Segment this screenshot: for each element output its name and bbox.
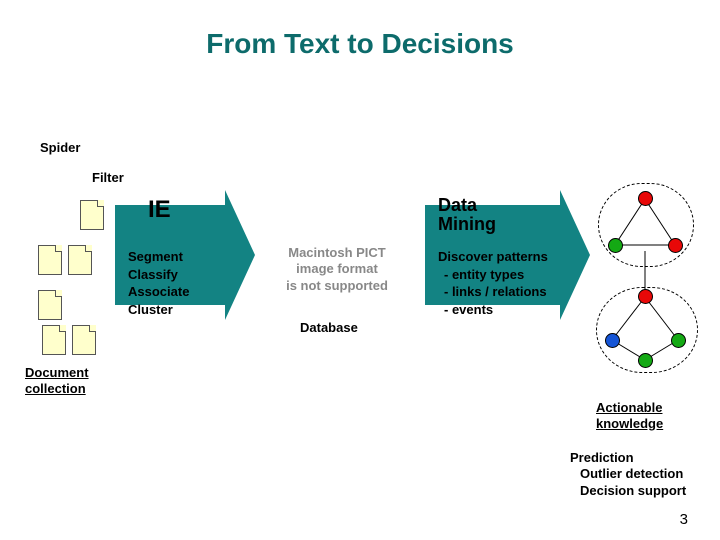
graph-node-icon	[638, 289, 653, 304]
document-icon	[72, 325, 96, 355]
dm-heading-line1: Data	[438, 196, 496, 215]
graph-node-icon	[671, 333, 686, 348]
dm-bullet-events: - events	[438, 301, 548, 319]
actk-line2: knowledge	[596, 416, 663, 432]
outcome-outlier-detection: Outlier detection	[570, 466, 686, 482]
dm-heading-line2: Mining	[438, 215, 496, 234]
document-icon	[80, 200, 104, 230]
outcome-decision-support: Decision support	[570, 483, 686, 499]
ie-segment: Segment	[128, 248, 189, 266]
document-icon	[38, 290, 62, 320]
label-document-collection: Document collection	[25, 365, 89, 396]
actk-line1: Actionable	[596, 400, 663, 416]
knowledge-graph	[590, 185, 710, 385]
ie-cluster: Cluster	[128, 301, 189, 319]
ie-body: Segment Classify Associate Cluster	[128, 248, 189, 318]
pict-line3: is not supported	[267, 278, 407, 294]
pict-line1: Macintosh PICT	[267, 245, 407, 261]
graph-node-icon	[638, 353, 653, 368]
dm-bullet-links-relations: - links / relations	[438, 283, 548, 301]
pict-line2: image format	[267, 261, 407, 277]
graph-node-icon	[605, 333, 620, 348]
dm-discover: Discover patterns	[438, 248, 548, 266]
label-spider: Spider	[40, 140, 80, 155]
graph-node-icon	[608, 238, 623, 253]
slide-title: From Text to Decisions	[0, 28, 720, 60]
dm-heading: Data Mining	[438, 196, 496, 234]
document-icon	[68, 245, 92, 275]
document-icon	[42, 325, 66, 355]
ie-heading: IE	[148, 196, 171, 224]
label-actionable-knowledge: Actionable knowledge	[596, 400, 663, 431]
outcome-prediction: Prediction	[570, 450, 686, 466]
dm-bullet-entity-types: - entity types	[438, 266, 548, 284]
ie-classify: Classify	[128, 266, 189, 284]
ie-associate: Associate	[128, 283, 189, 301]
doccol-line1: Document	[25, 365, 89, 381]
label-database: Database	[300, 320, 358, 335]
doccol-line2: collection	[25, 381, 89, 397]
graph-node-icon	[668, 238, 683, 253]
label-filter: Filter	[92, 170, 124, 185]
outcomes-list: Prediction Outlier detection Decision su…	[570, 450, 686, 499]
pict-placeholder: Macintosh PICT image format is not suppo…	[267, 245, 407, 294]
document-icon	[38, 245, 62, 275]
dm-body: Discover patterns - entity types - links…	[438, 248, 548, 318]
slide-number: 3	[680, 511, 688, 528]
graph-node-icon	[638, 191, 653, 206]
